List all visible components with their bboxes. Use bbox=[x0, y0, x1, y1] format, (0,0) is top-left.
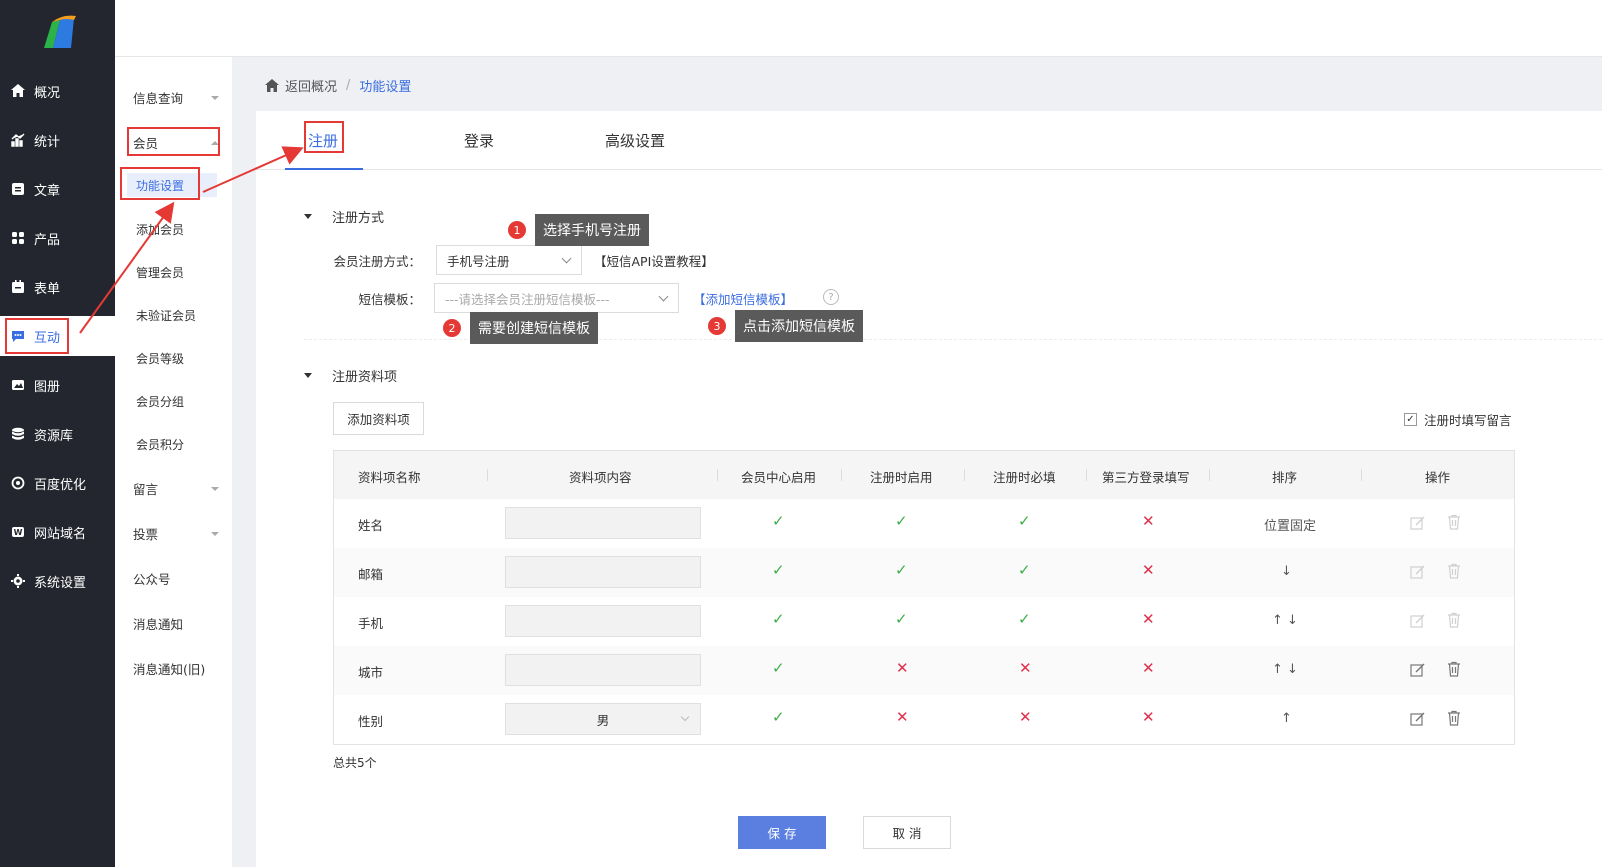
annotation-arrows bbox=[79, 146, 304, 334]
callout-3: 3 点击添加短信模板 bbox=[708, 310, 863, 342]
callout-number: 3 bbox=[708, 317, 726, 335]
callout-text: 选择手机号注册 bbox=[535, 214, 649, 246]
callout-number: 1 bbox=[508, 221, 526, 239]
callout-2: 2 需要创建短信模板 bbox=[443, 312, 598, 344]
callout-number: 2 bbox=[443, 319, 461, 337]
callout-text: 点击添加短信模板 bbox=[735, 310, 863, 342]
callout-1: 1 选择手机号注册 bbox=[508, 214, 649, 246]
annotation-arrow bbox=[79, 201, 175, 334]
callout-text: 需要创建短信模板 bbox=[470, 312, 598, 344]
annotation-arrow bbox=[202, 146, 304, 193]
